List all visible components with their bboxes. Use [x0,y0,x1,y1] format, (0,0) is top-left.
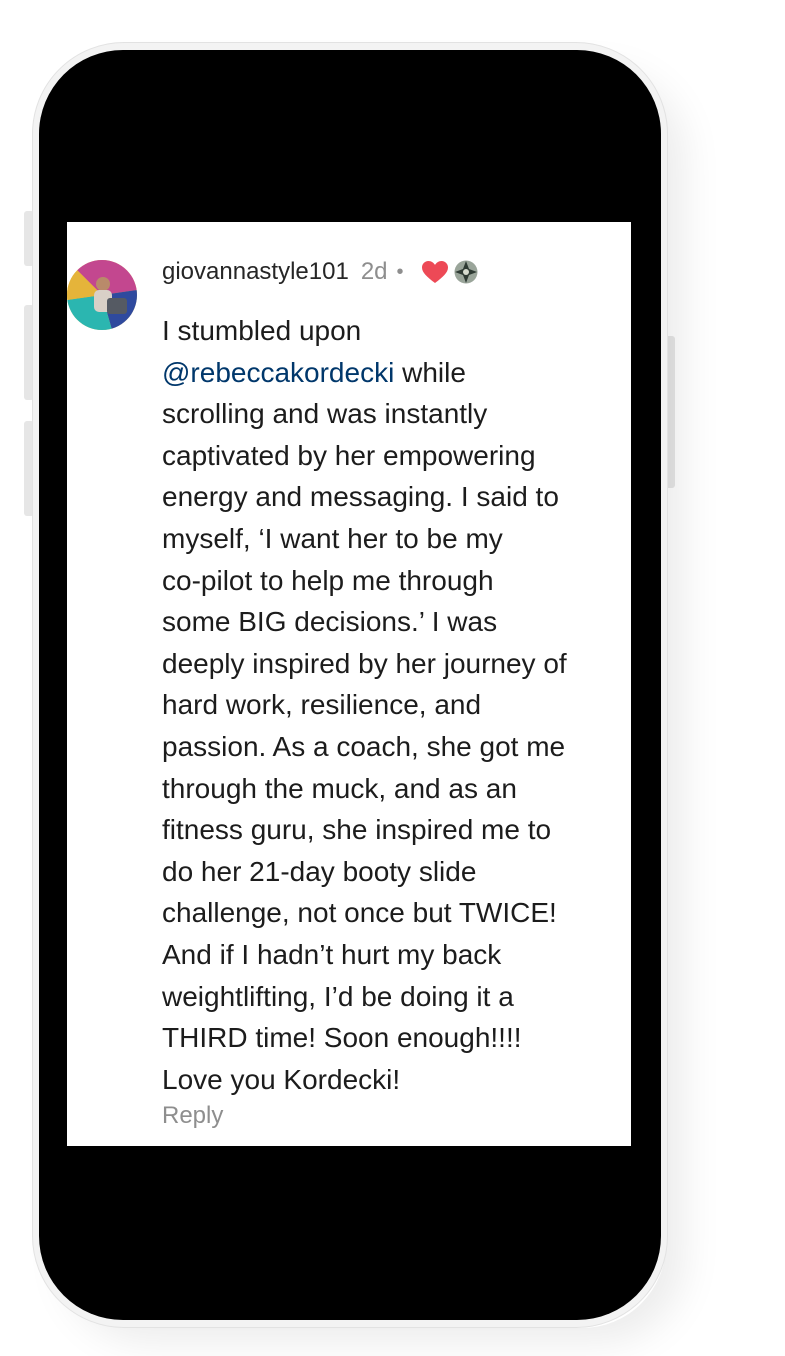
comment-line: hard work, resilience, and [162,689,482,721]
comment-text: I stumbled upon @rebeccakordecki while s… [162,310,632,1100]
mention-link[interactable]: @rebeccakordecki [162,357,394,388]
comment-line: Love you Kordecki! [162,1063,401,1095]
comment-line: weightlifting, I’d be doing it a [162,980,514,1012]
avatar[interactable] [67,260,137,330]
comment-line: scrolling and was instantly [162,398,488,430]
comment-line: challenge, not once but TWICE! [162,897,557,929]
comment-line: energy and messaging. I said to [162,481,559,513]
avatar-image [67,260,137,330]
comment-line: THIRD time! Soon enough!!!! [162,1022,522,1054]
username[interactable]: giovannastyle101 [162,256,349,288]
separator-dot: • [396,261,404,283]
heart-icon [421,260,448,284]
comment-line: And if I hadn’t hurt my back [162,938,502,970]
comment-line: passion. As a coach, she got me [162,730,566,762]
comment-line: fitness guru, she inspired me to [162,814,552,846]
reply-button[interactable]: Reply [162,1100,223,1132]
comment-line: do her 21-day booty slide [162,855,477,887]
comment-line: captivated by her empowering [162,439,536,471]
comment-age: 2d [360,258,388,285]
comment-line: through the muck, and as an [162,772,517,804]
comment-line: deeply inspired by her journey of [162,647,567,679]
comment-line: some BIG decisions.’ I was [162,606,498,638]
comment-header: giovannastyle101 2d • [162,256,478,288]
comment-line: myself, ‘I want her to be my [162,522,503,554]
author-avatar-icon [454,260,478,284]
comment-line-mention: @rebeccakordecki while [162,352,632,394]
comment-line-text: while [394,356,466,388]
comment-line: I stumbled upon [162,315,362,346]
comment-line: co-pilot to help me through [162,564,494,596]
comment-card: giovannastyle101 2d • I stumbled upon @r… [67,222,631,1146]
